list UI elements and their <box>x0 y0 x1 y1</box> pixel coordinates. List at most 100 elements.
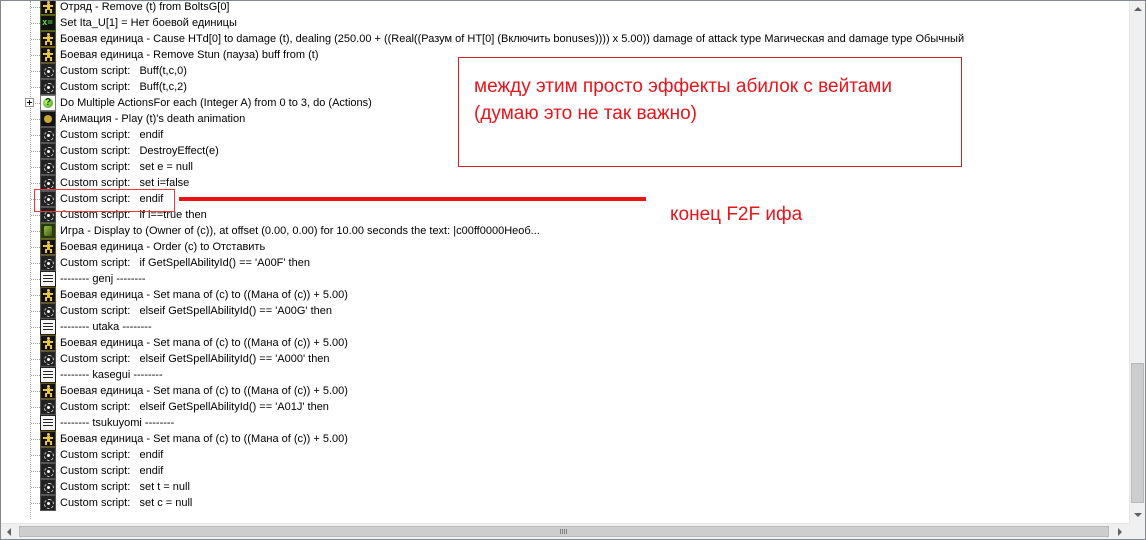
tree-branch-line <box>31 359 40 360</box>
tree-row[interactable]: Set Ita_U[1] = Нет боевой единицы <box>1 15 1121 31</box>
horizontal-scroll-thumb[interactable] <box>19 526 1109 537</box>
trigger-editor-panel: Отряд - Remove (t) from BoltsG[0] Set Ita… <box>0 0 1146 540</box>
tree-branch-line <box>31 343 40 344</box>
tree-row[interactable]: Боевая единица - Set mana of (c) to ((Ма… <box>1 335 1121 351</box>
custom-script-icon <box>40 303 56 319</box>
tree-row[interactable]: Боевая единица - Set mana of (c) to ((Ма… <box>1 383 1121 399</box>
expand-plus-icon[interactable] <box>25 98 34 107</box>
scroll-up-arrow-icon[interactable] <box>1130 1 1145 17</box>
custom-script-icon <box>40 255 56 271</box>
tree-row[interactable]: Custom script: if GetSpellAbilityId() ==… <box>1 255 1121 271</box>
tree-branch-line <box>31 71 40 72</box>
tree-row-label: -------- tsukuyomi -------- <box>60 417 175 429</box>
tree-row-label: -------- genj -------- <box>60 273 146 285</box>
custom-script-icon <box>40 447 56 463</box>
tree-branch-line <box>31 391 40 392</box>
tree-branch-line <box>31 119 40 120</box>
tree-row[interactable]: Боевая единица - Set mana of (c) to ((Ма… <box>1 431 1121 447</box>
tree-branch-line <box>31 167 40 168</box>
vertical-scroll-thumb[interactable] <box>1131 363 1144 503</box>
unit-icon <box>40 383 56 399</box>
tree-row[interactable]: Боевая единица - Set mana of (c) to ((Ма… <box>1 287 1121 303</box>
tree-row-label: -------- utaka -------- <box>60 321 152 333</box>
tree-row-label: Custom script: set e = null <box>60 161 193 173</box>
tree-branch-line <box>31 231 40 232</box>
tree-branch-line <box>31 151 40 152</box>
tree-row-label: Custom script: elseif GetSpellAbilityId(… <box>60 305 332 317</box>
tree-row-label: Custom script: Buff(t,c,0) <box>60 65 187 77</box>
tree-row-label: Боевая единица - Set mana of (c) to ((Ма… <box>60 385 348 397</box>
tree-row[interactable]: Custom script: elseif GetSpellAbilityId(… <box>1 303 1121 319</box>
unit-icon <box>40 431 56 447</box>
tree-branch-line <box>31 471 40 472</box>
tree-branch-line <box>31 503 40 504</box>
tree-row-label: Custom script: elseif GetSpellAbilityId(… <box>60 401 329 413</box>
unit-icon <box>40 31 56 47</box>
comment-icon <box>40 367 56 383</box>
unit-icon <box>40 47 56 63</box>
tree-branch-line <box>31 327 40 328</box>
tree-row-label: Custom script: endif <box>60 465 164 477</box>
annotation-note-box: между этим просто эффекты абилок с вейта… <box>458 57 962 167</box>
vertical-scrollbar[interactable] <box>1129 1 1145 523</box>
tree-row[interactable]: Игра - Display to (Owner of (c)), at off… <box>1 223 1121 239</box>
tree-row[interactable]: Custom script: endif <box>1 463 1121 479</box>
unit-icon <box>40 287 56 303</box>
tree-row[interactable]: -------- kasegui -------- <box>1 367 1121 383</box>
tree-row-label: Боевая единица - Remove Stun (пауза) buf… <box>60 49 319 61</box>
tree-row[interactable]: Custom script: elseif GetSpellAbilityId(… <box>1 351 1121 367</box>
tree-row[interactable]: Боевая единица - Cause HTd[0] to damage … <box>1 31 1121 47</box>
tree-branch-line <box>31 39 40 40</box>
scrollbar-corner <box>1129 523 1145 539</box>
tree-branch-line <box>31 487 40 488</box>
scroll-down-arrow-icon[interactable] <box>1130 507 1145 523</box>
tree-branch-line <box>31 215 40 216</box>
tree-branch-line <box>31 279 40 280</box>
tree-branch-line <box>31 135 40 136</box>
custom-script-icon <box>40 463 56 479</box>
tree-branch-line <box>31 87 40 88</box>
tree-row-label: Custom script: endif <box>60 449 164 461</box>
animation-icon <box>40 111 56 127</box>
tree-branch-line <box>31 263 40 264</box>
tree-row[interactable]: Custom script: set t = null <box>1 479 1121 495</box>
tree-row-label: Игра - Display to (Owner of (c)), at off… <box>60 225 540 237</box>
tree-row-label: Боевая единица - Cause HTd[0] to damage … <box>60 33 965 45</box>
tree-row-label: Custom script: if GetSpellAbilityId() ==… <box>60 257 310 269</box>
tree-row-label: -------- kasegui -------- <box>60 369 163 381</box>
tree-row-label: Custom script: elseif GetSpellAbilityId(… <box>60 353 330 365</box>
tree-row-label: Custom script: set c = null <box>60 497 193 509</box>
game-icon <box>40 223 56 239</box>
tree-row-label: Custom script: DestroyEffect(e) <box>60 145 219 157</box>
tree-row[interactable]: Custom script: set c = null <box>1 495 1121 511</box>
tree-row-label: Анимация - Play (t)'s death animation <box>60 113 246 125</box>
tree-row[interactable]: Боевая единица - Order (c) to Отставить <box>1 239 1121 255</box>
tree-row[interactable]: Custom script: endif <box>1 447 1121 463</box>
custom-script-icon <box>40 127 56 143</box>
custom-script-icon <box>40 495 56 511</box>
annotation-end-label: конец F2F ифа <box>670 204 803 225</box>
unit-icon <box>40 239 56 255</box>
tree-row[interactable]: -------- genj -------- <box>1 271 1121 287</box>
tree-row[interactable]: Custom script: elseif GetSpellAbilityId(… <box>1 399 1121 415</box>
custom-script-icon <box>40 143 56 159</box>
tree-row-label: Боевая единица - Set mana of (c) to ((Ма… <box>60 289 348 301</box>
tree-row[interactable]: Отряд - Remove (t) from BoltsG[0] <box>1 1 1121 15</box>
tree-row-label: Боевая единица - Order (c) to Отставить <box>60 241 266 253</box>
tree-row-label: Custom script: endif <box>60 129 164 141</box>
tree-branch-line <box>31 311 40 312</box>
set-variable-icon <box>40 15 56 31</box>
tree-branch-line <box>31 247 40 248</box>
tree-row[interactable]: -------- tsukuyomi -------- <box>1 415 1121 431</box>
horizontal-scrollbar[interactable] <box>1 523 1129 539</box>
tree-row-label: Custom script: Buff(t,c,2) <box>60 81 187 93</box>
comment-icon <box>40 271 56 287</box>
comment-icon <box>40 319 56 335</box>
tree-branch-line <box>31 439 40 440</box>
custom-script-icon <box>40 63 56 79</box>
tree-row[interactable]: -------- utaka -------- <box>1 319 1121 335</box>
custom-script-icon <box>40 79 56 95</box>
loop-icon <box>40 95 56 111</box>
unit-icon <box>40 335 56 351</box>
tree-row-label: Боевая единица - Set mana of (c) to ((Ма… <box>60 433 348 445</box>
